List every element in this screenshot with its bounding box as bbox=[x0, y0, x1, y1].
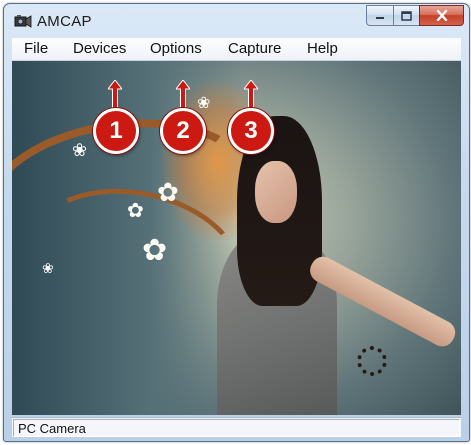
caption-buttons bbox=[366, 5, 464, 26]
callout-arrow-3 bbox=[244, 80, 258, 108]
flower-decoration: ✿ bbox=[127, 200, 144, 222]
callout-badge-2: 2 bbox=[160, 108, 206, 154]
flower-decoration: ❀ bbox=[72, 140, 88, 160]
callout-badge-1: 1 bbox=[93, 108, 139, 154]
callout-arrow-1 bbox=[108, 80, 122, 108]
close-button[interactable] bbox=[419, 5, 464, 26]
flower-decoration: ❀ bbox=[42, 260, 54, 276]
maximize-icon bbox=[401, 10, 412, 21]
close-icon bbox=[436, 10, 447, 21]
minimize-icon bbox=[376, 16, 384, 19]
minimize-button[interactable] bbox=[366, 5, 393, 26]
camera-icon bbox=[14, 15, 32, 28]
callout-arrow-2 bbox=[176, 80, 190, 108]
callout-number: 1 bbox=[109, 117, 123, 144]
menu-bar: File Devices Options Capture Help bbox=[12, 38, 461, 61]
callout-number: 3 bbox=[244, 117, 258, 144]
maximize-button[interactable] bbox=[393, 5, 419, 26]
amcap-window: AMCAP File Devices Options Capture Help … bbox=[3, 3, 470, 442]
window-title: AMCAP bbox=[37, 13, 92, 30]
callout-badge-3: 3 bbox=[228, 108, 274, 154]
menu-options[interactable]: Options bbox=[150, 40, 202, 57]
title-bar[interactable]: AMCAP bbox=[4, 4, 469, 38]
callout-number: 2 bbox=[176, 117, 190, 144]
menu-help[interactable]: Help bbox=[307, 40, 338, 57]
flower-decoration: ✿ bbox=[142, 234, 168, 267]
menu-devices[interactable]: Devices bbox=[73, 40, 126, 57]
flower-decoration: ✿ bbox=[157, 177, 179, 207]
bracelet bbox=[357, 346, 387, 376]
status-bar: PC Camera bbox=[12, 417, 461, 437]
flower-decoration: ❀ bbox=[197, 95, 211, 112]
status-panel: PC Camera bbox=[13, 419, 460, 437]
status-text: PC Camera bbox=[18, 421, 86, 436]
person-face bbox=[255, 161, 297, 223]
menu-capture[interactable]: Capture bbox=[228, 40, 281, 57]
menu-file[interactable]: File bbox=[24, 40, 48, 57]
